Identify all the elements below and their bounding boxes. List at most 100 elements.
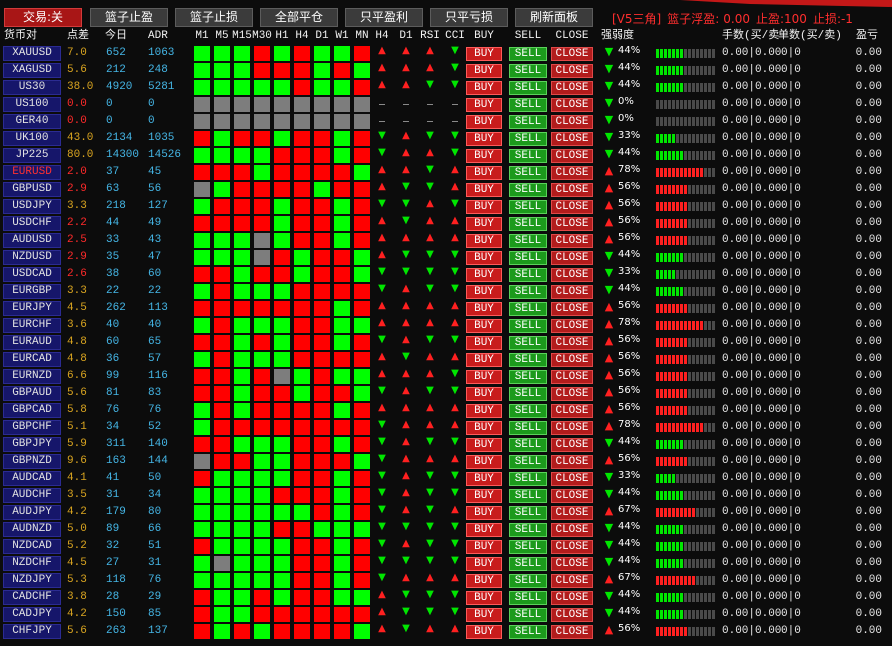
- close-button[interactable]: CLOSE: [551, 336, 593, 350]
- buy-button[interactable]: BUY: [466, 438, 502, 452]
- sell-button[interactable]: SELL: [509, 506, 547, 520]
- close-losing-button[interactable]: 只平亏损: [430, 8, 508, 27]
- pair-label[interactable]: AUDUSD: [3, 233, 61, 248]
- sell-button[interactable]: SELL: [509, 574, 547, 588]
- close-button[interactable]: CLOSE: [551, 523, 593, 537]
- close-button[interactable]: CLOSE: [551, 81, 593, 95]
- pair-label[interactable]: XAUUSD: [3, 46, 61, 61]
- sell-button[interactable]: SELL: [509, 251, 547, 265]
- close-button[interactable]: CLOSE: [551, 404, 593, 418]
- buy-button[interactable]: BUY: [466, 353, 502, 367]
- buy-button[interactable]: BUY: [466, 557, 502, 571]
- pair-label[interactable]: US100: [3, 97, 61, 112]
- buy-button[interactable]: BUY: [466, 625, 502, 639]
- sell-button[interactable]: SELL: [509, 319, 547, 333]
- sell-button[interactable]: SELL: [509, 421, 547, 435]
- close-button[interactable]: CLOSE: [551, 166, 593, 180]
- buy-button[interactable]: BUY: [466, 370, 502, 384]
- pair-label[interactable]: NZDCAD: [3, 539, 61, 554]
- close-button[interactable]: CLOSE: [551, 455, 593, 469]
- buy-button[interactable]: BUY: [466, 234, 502, 248]
- sell-button[interactable]: SELL: [509, 285, 547, 299]
- close-button[interactable]: CLOSE: [551, 421, 593, 435]
- buy-button[interactable]: BUY: [466, 64, 502, 78]
- basket-stop-loss-button[interactable]: 篮子止损: [175, 8, 253, 27]
- buy-button[interactable]: BUY: [466, 200, 502, 214]
- pair-label[interactable]: JP225: [3, 148, 61, 163]
- pair-label[interactable]: EURGBP: [3, 284, 61, 299]
- sell-button[interactable]: SELL: [509, 183, 547, 197]
- buy-button[interactable]: BUY: [466, 166, 502, 180]
- pair-label[interactable]: GBPUSD: [3, 182, 61, 197]
- sell-button[interactable]: SELL: [509, 234, 547, 248]
- pair-label[interactable]: EURUSD: [3, 165, 61, 180]
- close-button[interactable]: CLOSE: [551, 574, 593, 588]
- sell-button[interactable]: SELL: [509, 387, 547, 401]
- buy-button[interactable]: BUY: [466, 608, 502, 622]
- pair-label[interactable]: GER40: [3, 114, 61, 129]
- sell-button[interactable]: SELL: [509, 438, 547, 452]
- sell-button[interactable]: SELL: [509, 489, 547, 503]
- pair-label[interactable]: USDCHF: [3, 216, 61, 231]
- pair-label[interactable]: CADCHF: [3, 590, 61, 605]
- close-button[interactable]: CLOSE: [551, 353, 593, 367]
- pair-label[interactable]: GBPCAD: [3, 403, 61, 418]
- close-button[interactable]: CLOSE: [551, 285, 593, 299]
- sell-button[interactable]: SELL: [509, 540, 547, 554]
- buy-button[interactable]: BUY: [466, 540, 502, 554]
- sell-button[interactable]: SELL: [509, 336, 547, 350]
- close-button[interactable]: CLOSE: [551, 319, 593, 333]
- sell-button[interactable]: SELL: [509, 404, 547, 418]
- sell-button[interactable]: SELL: [509, 353, 547, 367]
- close-profitable-button[interactable]: 只平盈利: [345, 8, 423, 27]
- sell-button[interactable]: SELL: [509, 47, 547, 61]
- pair-label[interactable]: EURAUD: [3, 335, 61, 350]
- close-button[interactable]: CLOSE: [551, 438, 593, 452]
- pair-label[interactable]: AUDCHF: [3, 488, 61, 503]
- close-button[interactable]: CLOSE: [551, 387, 593, 401]
- buy-button[interactable]: BUY: [466, 404, 502, 418]
- buy-button[interactable]: BUY: [466, 455, 502, 469]
- buy-button[interactable]: BUY: [466, 472, 502, 486]
- trade-toggle-button[interactable]: 交易:关: [4, 8, 82, 27]
- basket-take-profit-button[interactable]: 篮子止盈: [90, 8, 168, 27]
- sell-button[interactable]: SELL: [509, 370, 547, 384]
- pair-label[interactable]: USDCAD: [3, 267, 61, 282]
- buy-button[interactable]: BUY: [466, 506, 502, 520]
- pair-label[interactable]: EURCAD: [3, 352, 61, 367]
- pair-label[interactable]: GBPCHF: [3, 420, 61, 435]
- pair-label[interactable]: GBPNZD: [3, 454, 61, 469]
- close-button[interactable]: CLOSE: [551, 625, 593, 639]
- pair-label[interactable]: UK100: [3, 131, 61, 146]
- buy-button[interactable]: BUY: [466, 132, 502, 146]
- close-button[interactable]: CLOSE: [551, 268, 593, 282]
- pair-label[interactable]: AUDCAD: [3, 471, 61, 486]
- pair-label[interactable]: USDJPY: [3, 199, 61, 214]
- pair-label[interactable]: GBPJPY: [3, 437, 61, 452]
- buy-button[interactable]: BUY: [466, 47, 502, 61]
- buy-button[interactable]: BUY: [466, 183, 502, 197]
- close-button[interactable]: CLOSE: [551, 200, 593, 214]
- buy-button[interactable]: BUY: [466, 251, 502, 265]
- sell-button[interactable]: SELL: [509, 98, 547, 112]
- sell-button[interactable]: SELL: [509, 557, 547, 571]
- sell-button[interactable]: SELL: [509, 625, 547, 639]
- close-button[interactable]: CLOSE: [551, 608, 593, 622]
- sell-button[interactable]: SELL: [509, 200, 547, 214]
- pair-label[interactable]: NZDCHF: [3, 556, 61, 571]
- buy-button[interactable]: BUY: [466, 336, 502, 350]
- close-button[interactable]: CLOSE: [551, 370, 593, 384]
- buy-button[interactable]: BUY: [466, 319, 502, 333]
- pair-label[interactable]: GBPAUD: [3, 386, 61, 401]
- buy-button[interactable]: BUY: [466, 268, 502, 282]
- pair-label[interactable]: US30: [3, 80, 61, 95]
- close-button[interactable]: CLOSE: [551, 64, 593, 78]
- sell-button[interactable]: SELL: [509, 115, 547, 129]
- buy-button[interactable]: BUY: [466, 98, 502, 112]
- close-button[interactable]: CLOSE: [551, 591, 593, 605]
- buy-button[interactable]: BUY: [466, 574, 502, 588]
- close-button[interactable]: CLOSE: [551, 557, 593, 571]
- close-button[interactable]: CLOSE: [551, 302, 593, 316]
- pair-label[interactable]: EURJPY: [3, 301, 61, 316]
- buy-button[interactable]: BUY: [466, 115, 502, 129]
